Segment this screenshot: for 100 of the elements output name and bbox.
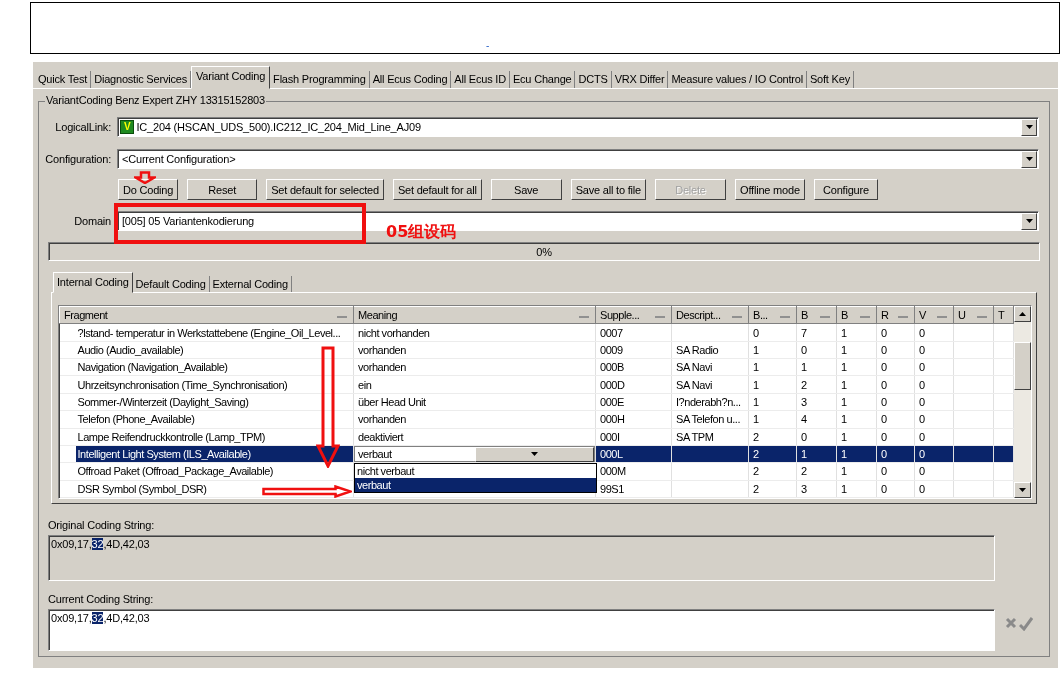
dropdown-button[interactable] [1021, 212, 1037, 230]
tab[interactable]: Default Coding [132, 276, 210, 292]
table-cell[interactable]: ?lstand- temperatur in Werkstattebene (Engine_Oil_Level... [75, 324, 353, 341]
table-cell: 0 [914, 375, 954, 394]
column-header[interactable]: V [914, 306, 954, 324]
table-cell[interactable]: DSR Symbol (Symbol_DSR) [75, 480, 353, 497]
tab[interactable]: All Ecus Coding [369, 71, 452, 88]
dropdown-field[interactable]: <Current Configuration> [117, 149, 1039, 169]
toolbar-button[interactable]: Reset [187, 179, 258, 200]
column-header[interactable]: Fragment [59, 306, 354, 324]
tab[interactable]: Flash Programming [270, 71, 370, 88]
table-cell: 000H [595, 410, 672, 428]
table-cell: nicht vorhanden [353, 323, 596, 342]
table-cell: 99S1 [595, 480, 672, 498]
dropdown-option[interactable]: verbaut [355, 477, 596, 492]
dropdown-option[interactable]: nicht verbaut [355, 463, 596, 478]
column-menu-icon[interactable] [898, 316, 908, 319]
table-cell: SA TPM [671, 428, 749, 446]
table-cell: SA Telefon u... [671, 410, 749, 428]
toolbar-button[interactable]: Save [490, 179, 562, 200]
coding-string-field: 0x09,17,32,4D,42,03 [48, 535, 995, 581]
table-cell: 000B [595, 358, 672, 376]
table-cell[interactable]: Navigation (Navigation_Available) [75, 359, 353, 376]
column-menu-icon[interactable] [937, 316, 947, 319]
table-cell: 1 [836, 480, 877, 498]
table-cell: 1 [836, 428, 877, 446]
table-cell[interactable]: Telefon (Phone_Available) [75, 411, 353, 428]
field-label: Configuration: [44, 153, 112, 165]
table-cell[interactable]: Intelligent Light System (ILS_Available) [75, 446, 353, 463]
table-cell: 0 [876, 393, 915, 411]
scrollbar-thumb[interactable] [1014, 342, 1031, 390]
column-header[interactable]: Meaning [353, 306, 596, 324]
table-cell[interactable]: Lampe Reifendruckkontrolle (Lamp_TPM) [75, 428, 353, 445]
table-cell: SA Navi [671, 358, 749, 376]
tab[interactable]: Internal Coding [53, 272, 133, 293]
table-cell: 0 [914, 428, 954, 446]
table-cell: über Head Unit [353, 393, 596, 411]
scroll-down-button[interactable] [1014, 482, 1031, 498]
table-cell: 0 [876, 480, 915, 498]
toolbar-button[interactable]: Configure [813, 179, 878, 200]
table-cell: 0 [914, 410, 954, 428]
toolbar-button[interactable]: Do Coding [118, 179, 179, 200]
column-header[interactable]: Descript... [671, 306, 749, 324]
scrollbar[interactable] [1014, 306, 1031, 498]
column-header[interactable]: R [876, 306, 915, 324]
table-cell: 0 [876, 358, 915, 376]
table-cell: 1 [748, 358, 797, 376]
confirm-icon[interactable] [1019, 617, 1033, 631]
table-cell: 000E [595, 393, 672, 411]
column-header[interactable]: B [836, 306, 877, 324]
table-cell[interactable]: Uhrzeitsynchronisation (Time_Synchronisation) [75, 376, 353, 393]
dropdown-field[interactable]: V IC_204 (HSCAN_UDS_500).IC212_IC_204_Mid_Line_AJ09 [117, 117, 1039, 137]
table-cell: 0 [796, 341, 837, 359]
table-cell: 1 [836, 323, 877, 342]
column-menu-icon[interactable] [579, 316, 589, 319]
column-header[interactable]: T [993, 306, 1014, 324]
column-menu-icon[interactable] [860, 316, 870, 319]
toolbar-button[interactable]: Set default for all [392, 179, 482, 200]
table-cell: 000D [595, 375, 672, 394]
caret-icon [1019, 488, 1026, 492]
table-cell: vorhanden [353, 410, 596, 428]
column-menu-icon[interactable] [820, 316, 830, 319]
table-cell[interactable]: Sommer-/Winterzeit (Daylight_Saving) [75, 393, 353, 410]
dropdown-button[interactable] [1021, 118, 1037, 136]
column-menu-icon[interactable] [780, 316, 790, 319]
column-menu-icon[interactable] [732, 316, 742, 319]
coding-string-field[interactable]: 0x09,17,32,4D,42,03 [48, 609, 995, 651]
tab[interactable]: Quick Test [35, 71, 92, 88]
table-cell: 0 [914, 462, 954, 481]
caret-icon [1025, 125, 1033, 129]
field-label: Current Coding String: [48, 593, 155, 605]
table-cell[interactable]: Offroad Paket (Offroad_Package_Available) [75, 463, 353, 480]
column-menu-icon[interactable] [977, 316, 987, 319]
dropdown-field[interactable]: verbaut [354, 446, 595, 463]
caret-icon [531, 452, 538, 457]
column-header[interactable]: Supple... [595, 306, 672, 324]
tab[interactable]: Variant Coding [190, 66, 271, 89]
toolbar-button[interactable]: Set default for selected [266, 179, 384, 200]
table-cell: SA Navi [671, 375, 749, 394]
toolbar-button[interactable]: Offline mode [734, 179, 805, 200]
column-menu-icon[interactable] [655, 316, 665, 319]
toolbar-button[interactable]: Save all to file [570, 179, 646, 200]
column-menu-icon[interactable] [337, 316, 347, 319]
tab[interactable]: VRX Differ [611, 71, 669, 88]
table-cell: deaktiviert [353, 428, 596, 446]
table-cell: 1 [836, 341, 877, 359]
dropdown-button[interactable] [1021, 150, 1037, 168]
tab[interactable]: External Coding [209, 276, 292, 292]
column-header[interactable]: B [796, 306, 837, 324]
table-cell: 000I [595, 428, 672, 446]
table-cell[interactable]: Audio (Audio_available) [75, 341, 353, 358]
column-header[interactable]: B... [748, 306, 797, 324]
column-header[interactable]: U [953, 306, 994, 324]
cancel-icon[interactable] [1005, 617, 1017, 629]
tab[interactable]: All Ecus ID [451, 71, 510, 88]
progress-reading: 0% [536, 245, 552, 258]
table-cell: 1 [836, 358, 877, 376]
scroll-up-button[interactable] [1014, 306, 1031, 322]
dropdown-button[interactable] [475, 446, 594, 462]
table-cell: 1 [748, 393, 797, 411]
